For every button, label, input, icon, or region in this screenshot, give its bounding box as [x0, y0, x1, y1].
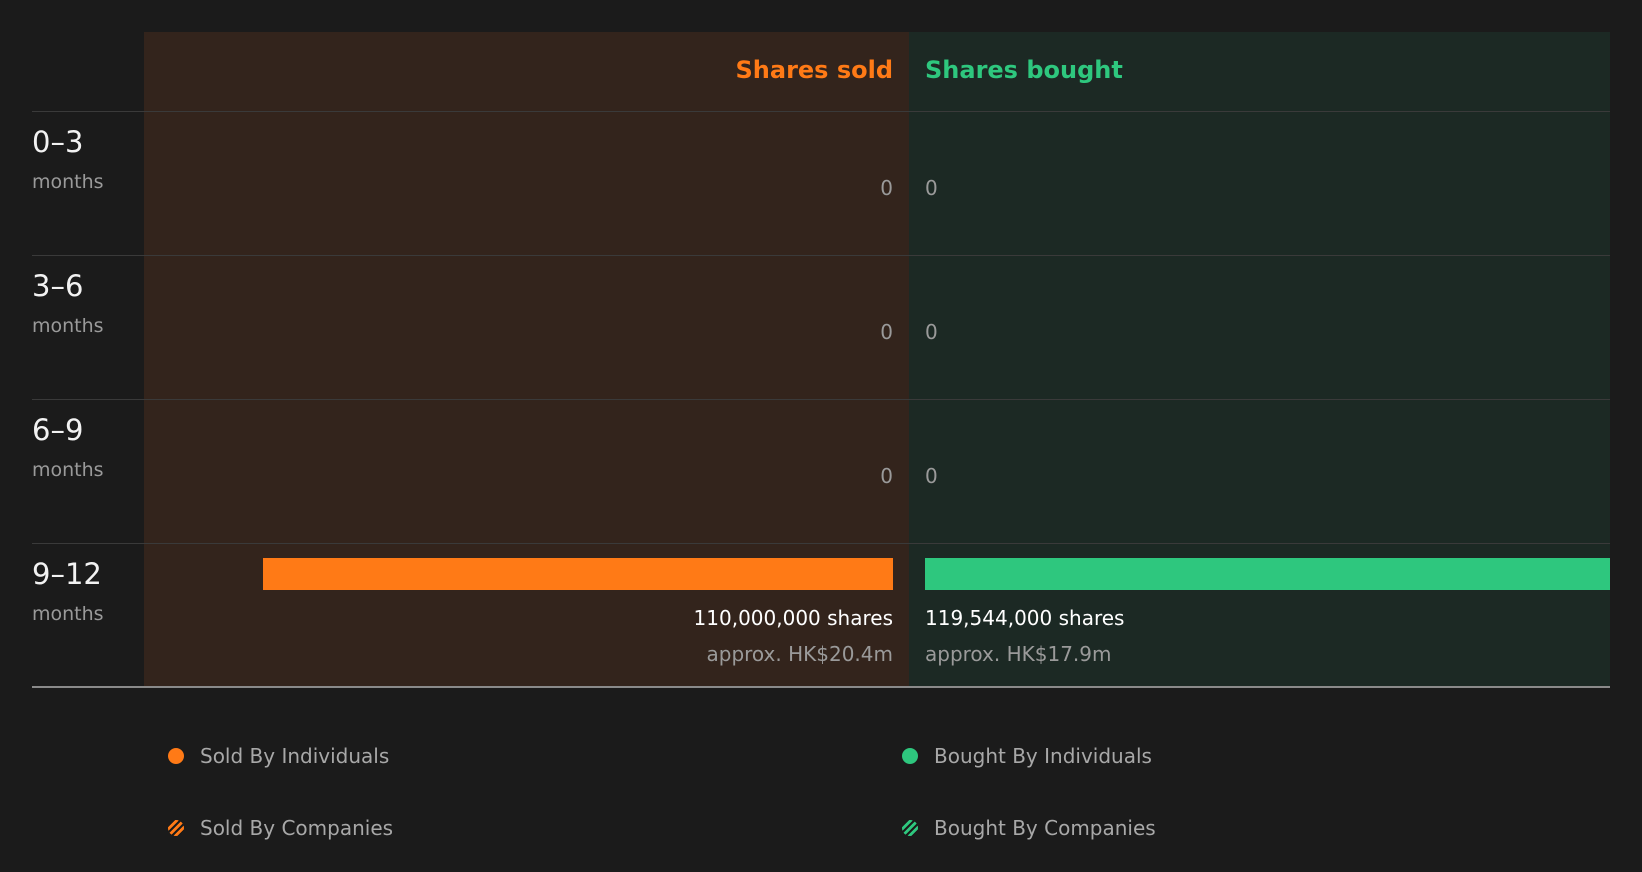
legend-bought-by-companies: Bought By Companies — [902, 814, 1156, 842]
legend-label: Bought By Individuals — [934, 744, 1152, 768]
solid-dot-icon — [168, 748, 184, 764]
chart-row-6-9-months: 6–9 months 0 0 — [0, 400, 1642, 544]
striped-dot-icon — [168, 820, 184, 836]
insider-trading-chart: Shares sold Shares bought 0–3 months 0 0… — [0, 0, 1642, 872]
period-label: 9–12 — [32, 557, 102, 591]
legend-label: Sold By Companies — [200, 816, 394, 840]
bought-value: 0 — [925, 320, 938, 344]
sold-value: 0 — [880, 464, 893, 488]
bought-value: 0 — [925, 176, 938, 200]
legend-sold-by-companies: Sold By Companies — [168, 814, 393, 842]
legend-label: Sold By Individuals — [200, 744, 390, 768]
shares-sold-header: Shares sold — [735, 56, 894, 84]
shares-bought-header: Shares bought — [925, 56, 1123, 84]
chart-row-9-12-months: 9–12 months 110,000,000 shares 119,544,0… — [0, 544, 1642, 688]
period-unit: months — [32, 315, 104, 337]
period-unit: months — [32, 459, 104, 481]
period-label: 3–6 — [32, 269, 84, 303]
legend-bought-by-individuals: Bought By Individuals — [902, 742, 1152, 770]
bought-shares-label: 119,544,000 shares — [925, 606, 1125, 630]
sold-approx-value: approx. HK$20.4m — [706, 642, 894, 666]
period-unit: months — [32, 171, 104, 193]
bought-approx-value: approx. HK$17.9m — [925, 642, 1112, 666]
sold-bar — [262, 558, 893, 590]
period-unit: months — [32, 603, 104, 625]
chart-row-0-3-months: 0–3 months 0 0 — [0, 112, 1642, 256]
sold-value: 0 — [880, 176, 893, 200]
period-label: 0–3 — [32, 125, 84, 159]
period-label: 6–9 — [32, 413, 84, 447]
legend-sold-by-individuals: Sold By Individuals — [168, 742, 389, 770]
legend-label: Bought By Companies — [934, 816, 1156, 840]
sold-value: 0 — [880, 320, 893, 344]
solid-dot-icon — [902, 748, 918, 764]
bought-bar — [925, 558, 1610, 590]
striped-dot-icon — [902, 820, 918, 836]
bought-value: 0 — [925, 464, 938, 488]
sold-shares-label: 110,000,000 shares — [693, 606, 893, 630]
chart-row-3-6-months: 3–6 months 0 0 — [0, 256, 1642, 400]
